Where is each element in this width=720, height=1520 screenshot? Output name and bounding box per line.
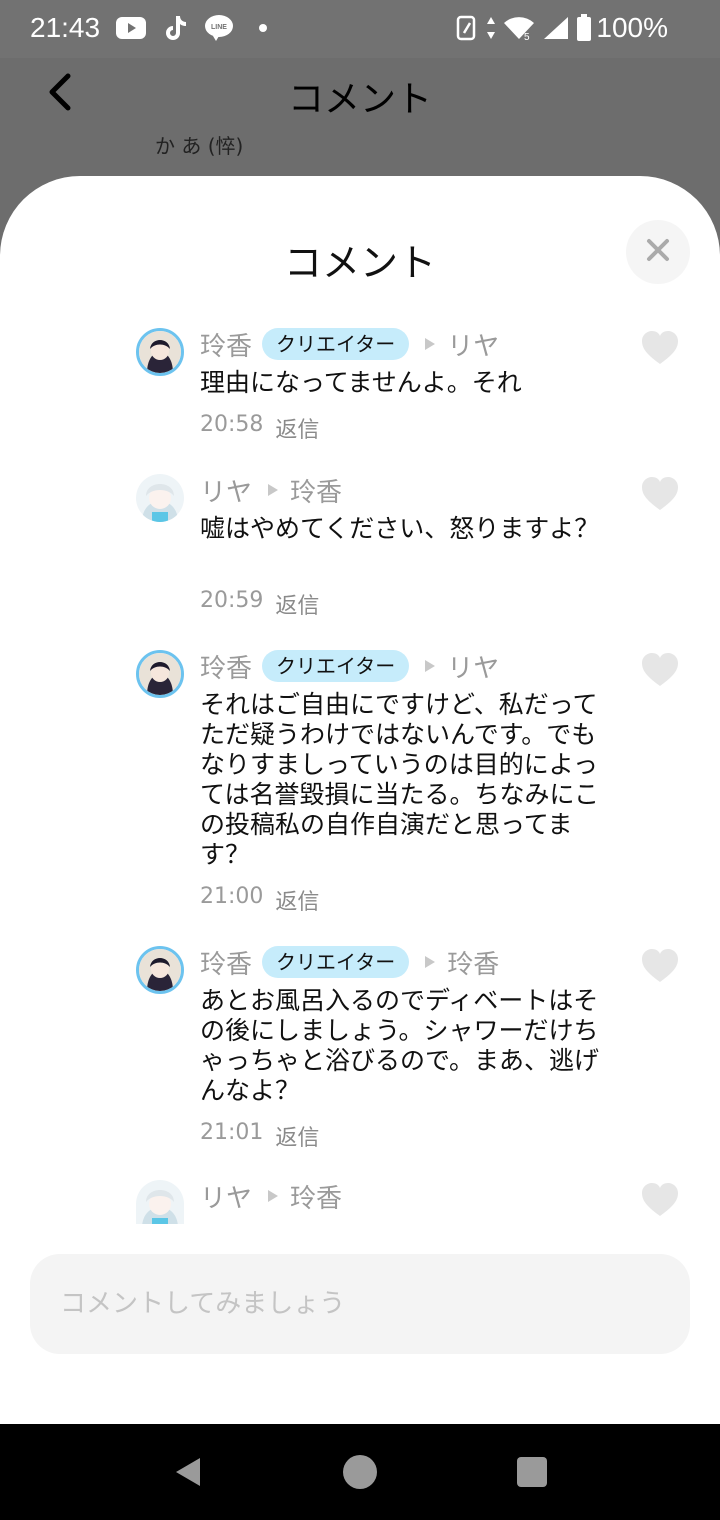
wifi-icon: 5	[502, 15, 536, 45]
background-page-title: コメント	[287, 79, 432, 120]
comment-meta: 玲香 クリエイター 玲香	[200, 944, 499, 980]
comment-meta: 玲香 クリエイター リヤ	[200, 648, 499, 684]
battery-icon	[576, 14, 592, 46]
reply-arrow-icon	[266, 482, 280, 498]
comment-author[interactable]: 玲香	[200, 648, 252, 685]
comment-meta: 玲香 クリエイター リヤ	[200, 326, 499, 362]
comment-time: 21:00	[200, 884, 264, 909]
comment-author[interactable]: 玲香	[200, 944, 252, 981]
reply-arrow-icon	[266, 1188, 280, 1204]
line-icon: LINE	[204, 13, 234, 43]
nav-home-icon[interactable]	[342, 1454, 378, 1490]
comment-meta: リヤ 玲香	[200, 1178, 342, 1214]
reply-to-name: 玲香	[447, 949, 500, 980]
reply-to-name: リヤ	[447, 331, 500, 362]
comment-time: 20:58	[200, 412, 264, 437]
system-nav-bar	[0, 1424, 720, 1520]
comment-author[interactable]: 玲香	[200, 326, 252, 363]
close-button[interactable]	[626, 220, 690, 284]
comment-meta: リヤ 玲香	[200, 472, 342, 508]
reply-to-name: リヤ	[447, 653, 500, 684]
svg-text:5: 5	[524, 32, 530, 41]
reply-to-name: 玲香	[290, 1183, 343, 1214]
reply-button[interactable]: 返信	[275, 412, 319, 444]
avatar[interactable]	[136, 946, 184, 994]
reply-arrow-icon	[423, 658, 437, 674]
comment-text: 理由になってませんよ。それ	[200, 368, 522, 397]
status-bar: 21:43 LINE 5 100%	[0, 0, 720, 58]
avatar[interactable]	[136, 328, 184, 376]
sheet-title: コメント	[283, 241, 436, 285]
data-arrows-icon	[486, 15, 496, 45]
avatar[interactable]	[136, 650, 184, 698]
nav-back-icon[interactable]	[170, 1454, 206, 1490]
reply-button[interactable]: 返信	[275, 884, 319, 916]
like-heart-icon[interactable]	[640, 652, 680, 688]
comments-sheet: コメント 玲香 クリエイター リヤ 理由になってませんよ。それ 20:58 返信	[0, 176, 720, 1424]
reply-button[interactable]: 返信	[275, 588, 319, 620]
comment-item: 玲香 クリエイター リヤ 理由になってませんよ。それ 20:58 返信	[0, 316, 720, 456]
creator-badge: クリエイター	[262, 946, 410, 978]
comment-text: 嘘はやめてください、怒りますよ？	[200, 514, 600, 543]
status-time: 21:43	[30, 12, 101, 43]
comment-author[interactable]: リヤ	[200, 1178, 252, 1215]
comment-time: 20:59	[200, 588, 264, 613]
tiktok-icon	[160, 13, 190, 43]
reply-arrow-icon	[423, 336, 437, 352]
comment-list[interactable]: 玲香 クリエイター リヤ 理由になってませんよ。それ 20:58 返信 リヤ 玲…	[0, 316, 720, 1226]
comment-footer: 21:01 返信	[200, 1120, 319, 1152]
svg-text:LINE: LINE	[211, 24, 227, 31]
comment-footer: 20:58 返信	[200, 412, 319, 444]
background-page-header: コメント か あ (悴)	[0, 58, 720, 188]
nfc-icon	[456, 15, 480, 45]
creator-badge: クリエイター	[262, 328, 410, 360]
comment-author[interactable]: リヤ	[200, 472, 252, 509]
like-heart-icon[interactable]	[640, 476, 680, 512]
comment-input[interactable]	[60, 1254, 660, 1354]
background-page-subtitle: か あ (悴)	[155, 134, 244, 158]
reply-arrow-icon	[423, 954, 437, 970]
like-heart-icon[interactable]	[640, 948, 680, 984]
comment-item: リヤ 玲香	[0, 1168, 720, 1226]
close-icon	[646, 238, 670, 266]
comment-input-box[interactable]	[30, 1254, 690, 1354]
creator-badge: クリエイター	[262, 650, 410, 682]
comment-item: リヤ 玲香 嘘はやめてください、怒りますよ？ 20:59 返信	[0, 462, 720, 632]
status-indicators: 5	[456, 14, 592, 46]
comment-text: それはご自由にですけど、私だってただ疑うわけではないんです。でもなりすましってい…	[200, 690, 600, 869]
youtube-icon	[116, 13, 146, 43]
signal-icon	[542, 15, 570, 45]
reply-button[interactable]: 返信	[275, 1120, 319, 1152]
reply-to-name: 玲香	[290, 477, 343, 508]
comment-text: あとお風呂入るのでディベートはその後にしましょう。シャワーだけちゃっちゃと浴びる…	[200, 986, 600, 1105]
comment-time: 21:01	[200, 1120, 264, 1145]
comment-item: 玲香 クリエイター リヤ それはご自由にですけど、私だってただ疑うわけではないん…	[0, 638, 720, 928]
avatar[interactable]	[136, 1180, 184, 1224]
comment-footer: 20:59 返信	[200, 588, 319, 620]
comment-footer: 21:00 返信	[200, 884, 319, 916]
avatar[interactable]	[136, 474, 184, 522]
status-app-icons: LINE	[116, 13, 278, 43]
battery-percent: 100%	[596, 12, 668, 43]
notification-dot-icon	[248, 13, 278, 43]
like-heart-icon[interactable]	[640, 330, 680, 366]
nav-recents-icon[interactable]	[514, 1454, 550, 1490]
comment-item: 玲香 クリエイター 玲香 あとお風呂入るのでディベートはその後にしましょう。シャ…	[0, 934, 720, 1164]
like-heart-icon[interactable]	[640, 1182, 680, 1218]
